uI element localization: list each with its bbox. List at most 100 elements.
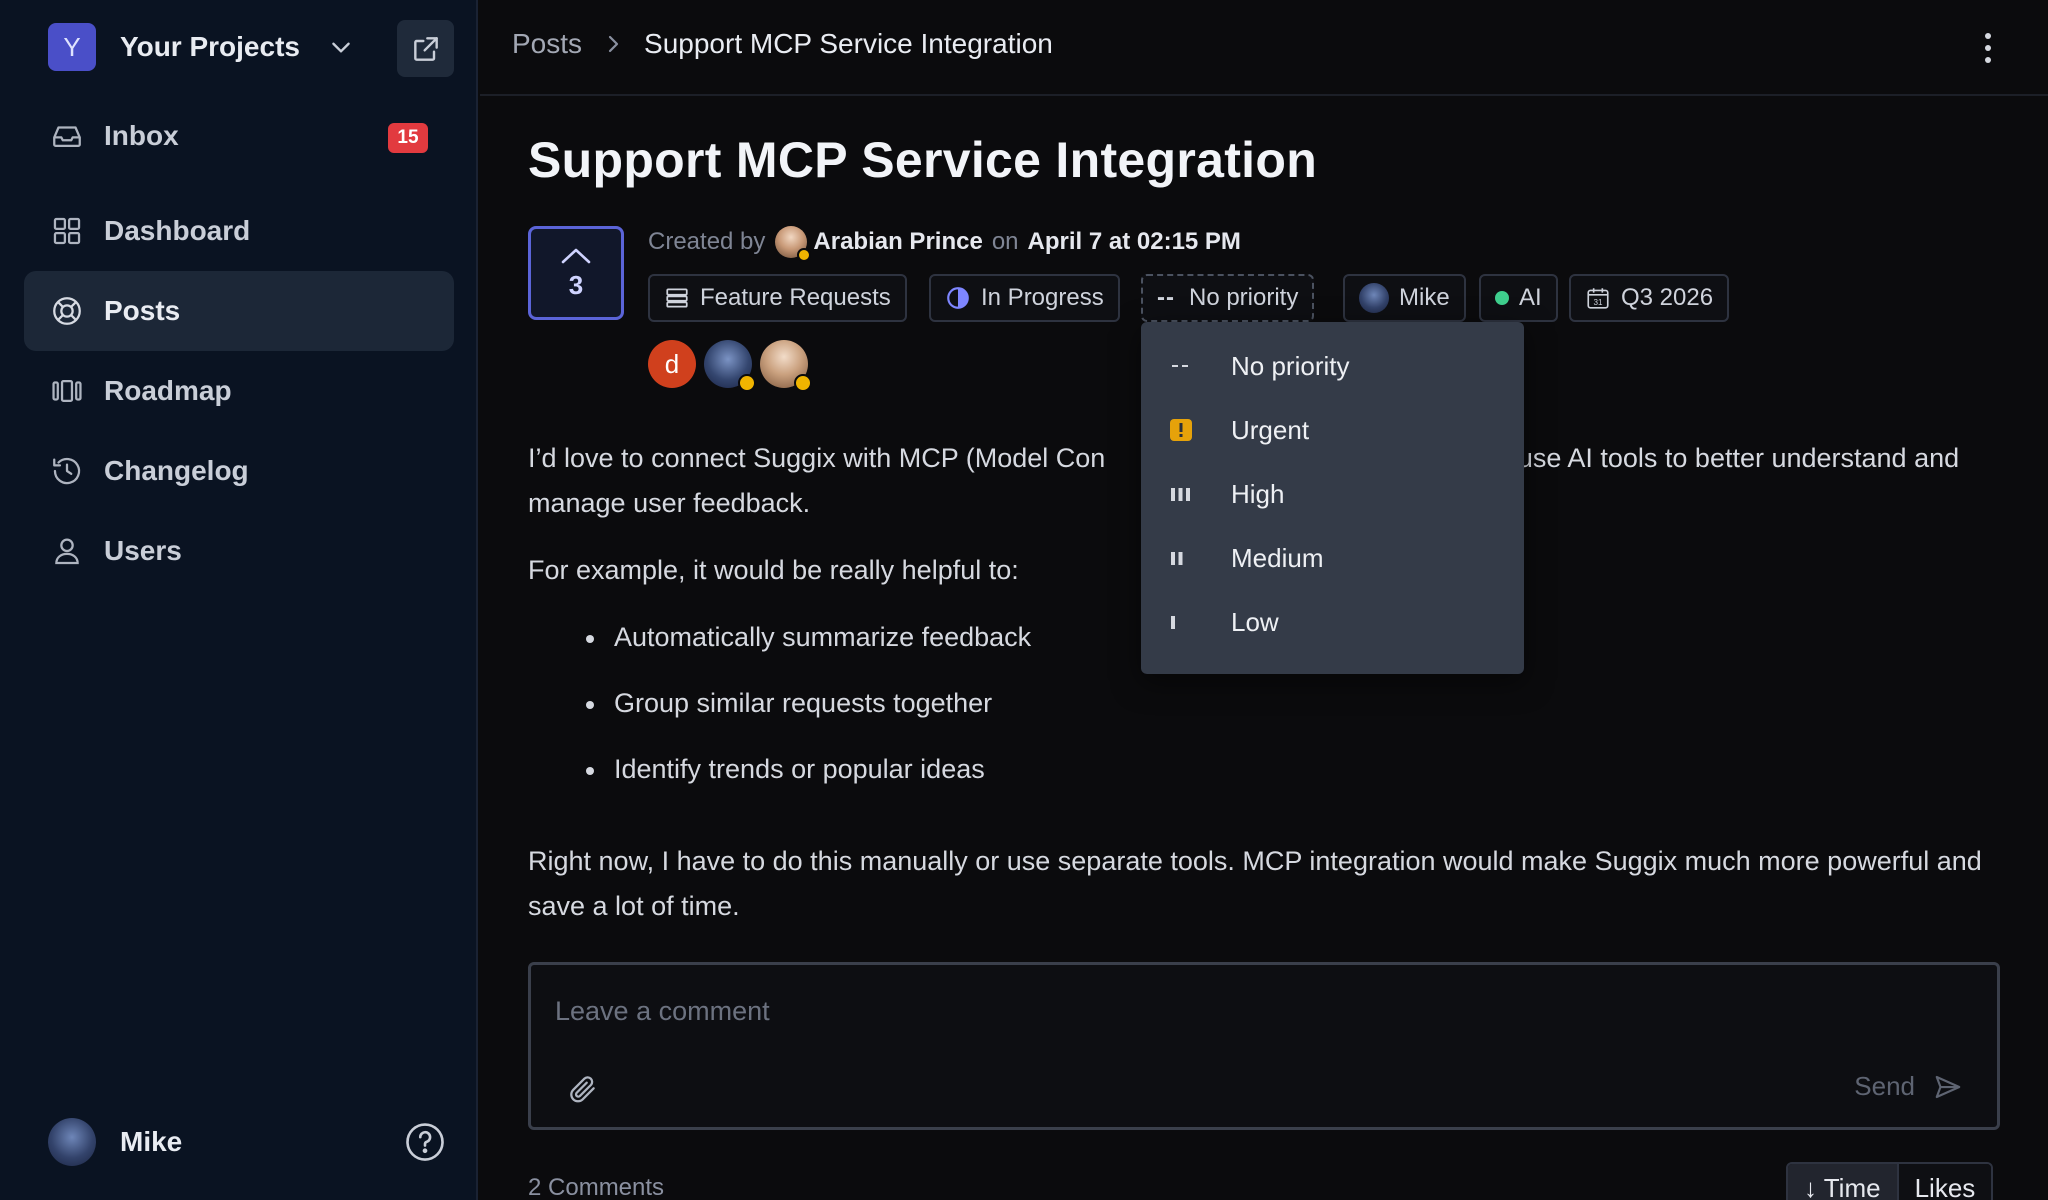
- sidebar-item-roadmap[interactable]: Roadmap: [24, 351, 454, 431]
- more-vertical-icon[interactable]: [1982, 28, 1994, 68]
- comment-composer: Send: [528, 962, 2000, 1130]
- help-icon[interactable]: [404, 1121, 446, 1163]
- upvote-button[interactable]: 3: [528, 226, 624, 320]
- breadcrumb-current: Support MCP Service Integration: [644, 28, 1053, 59]
- assignee-chip[interactable]: Mike: [1343, 274, 1466, 322]
- dash-icon: [1169, 354, 1193, 378]
- sidebar-item-posts[interactable]: Posts: [24, 271, 454, 351]
- menu-item-urgent[interactable]: Urgent: [1141, 398, 1524, 462]
- board-icon: [666, 288, 688, 308]
- paperclip-icon[interactable]: [567, 1073, 599, 1105]
- project-switcher[interactable]: Y Your Projects: [48, 23, 354, 71]
- comment-input[interactable]: [555, 991, 1955, 1031]
- top-bar: Posts Support MCP Service Integration: [480, 0, 2048, 96]
- sidebar-item-label: Changelog: [104, 455, 249, 486]
- current-user[interactable]: Mike: [48, 1118, 182, 1166]
- urgent-icon: [1169, 418, 1193, 442]
- breadcrumb-posts-link[interactable]: Posts: [512, 28, 582, 60]
- priority-label: No priority: [1188, 284, 1299, 311]
- vote-count: 3: [568, 269, 584, 300]
- body-paragraph: Right now, I have to do this manually or…: [528, 846, 1982, 921]
- send-icon: [1935, 1075, 1961, 1098]
- sidebar-item-changelog[interactable]: Changelog: [24, 431, 454, 511]
- sidebar-item-inbox[interactable]: Inbox 15: [24, 96, 454, 176]
- chevron-down-icon: [332, 42, 350, 53]
- bars-high-icon: [1169, 482, 1193, 506]
- sidebar-item-users[interactable]: Users: [24, 511, 454, 591]
- menu-item-label: Urgent: [1231, 414, 1310, 445]
- board-label: Feature Requests: [700, 284, 891, 311]
- project-avatar: Y: [48, 23, 96, 71]
- menu-item-medium[interactable]: Medium: [1141, 526, 1524, 590]
- sort-by-time-button[interactable]: ↓ Time: [1788, 1164, 1897, 1200]
- send-button[interactable]: Send: [1854, 1071, 1963, 1102]
- comment-count: 2 Comments: [528, 1174, 665, 1200]
- menu-item-high[interactable]: High: [1141, 462, 1524, 526]
- lifebuoy-icon: [53, 297, 81, 325]
- menu-item-label: Low: [1231, 606, 1279, 637]
- star-badge-icon: [738, 374, 756, 392]
- tag-chip[interactable]: AI: [1479, 274, 1558, 322]
- post-date: April 7 at 02:15 PM: [1027, 228, 1241, 255]
- open-external-button[interactable]: [397, 20, 454, 77]
- in-progress-icon: [947, 287, 969, 309]
- board-chip[interactable]: Feature Requests: [648, 274, 907, 322]
- assignee-label: Mike: [1399, 284, 1450, 311]
- sidebar-item-label: Inbox: [104, 120, 179, 151]
- sidebar-item-label: Roadmap: [104, 375, 232, 406]
- inbox-icon: [53, 126, 81, 148]
- history-icon: [53, 457, 81, 485]
- list-item: Group similar requests together: [528, 681, 1998, 747]
- inbox-count-badge: 15: [388, 123, 428, 153]
- avatar[interactable]: [760, 340, 812, 392]
- chevron-up-icon: [561, 248, 591, 263]
- tag-label: AI: [1519, 284, 1542, 311]
- body-text: I’d love to connect Suggix with MCP (Mod…: [528, 443, 1106, 473]
- sidebar: Y Your Projects Inbox 15 Dashboard Posts…: [0, 0, 478, 1200]
- current-user-name: Mike: [120, 1126, 183, 1157]
- bars-low-icon: [1169, 610, 1193, 634]
- page-title: Support MCP Service Integration: [528, 132, 1318, 188]
- list-item: Identify trends or popular ideas: [528, 747, 1998, 813]
- menu-item-label: High: [1231, 478, 1285, 509]
- menu-item-label: No priority: [1231, 350, 1350, 381]
- sidebar-item-label: Posts: [104, 295, 181, 326]
- dash-icon: --: [1157, 284, 1175, 311]
- roadmap-icon: [52, 379, 82, 403]
- author-avatar: [775, 226, 812, 262]
- on-label: on: [991, 228, 1019, 255]
- menu-item-label: Medium: [1231, 542, 1324, 573]
- svg-text:31: 31: [1593, 298, 1603, 307]
- priority-dropdown-menu: No priority Urgent High Medium Low: [1141, 322, 1524, 674]
- menu-item-no-priority[interactable]: No priority: [1141, 334, 1524, 398]
- eta-label: Q3 2026: [1621, 284, 1714, 311]
- eta-chip[interactable]: 31 Q3 2026: [1569, 274, 1730, 322]
- sort-by-likes-button[interactable]: Likes: [1896, 1164, 1992, 1200]
- bars-medium-icon: [1169, 546, 1193, 570]
- chevron-right-icon: [608, 35, 619, 53]
- post-meta: Created by Arabian Prince on April 7 at …: [648, 226, 1241, 262]
- avatar[interactable]: [704, 340, 756, 392]
- calendar-icon: 31: [1587, 288, 1609, 309]
- status-chip[interactable]: In Progress: [929, 274, 1120, 322]
- avatar[interactable]: d: [648, 340, 696, 388]
- avatar: [1359, 283, 1389, 313]
- project-name: Your Projects: [120, 31, 300, 62]
- priority-chip[interactable]: -- No priority: [1141, 274, 1315, 322]
- external-link-icon: [413, 36, 438, 61]
- author-name[interactable]: Arabian Prince: [813, 228, 982, 256]
- sidebar-item-label: Dashboard: [104, 215, 251, 246]
- send-label: Send: [1854, 1071, 1915, 1101]
- dashboard-icon: [53, 217, 81, 245]
- star-badge-icon: [797, 248, 812, 262]
- comment-sort-toggle: ↓ Time Likes: [1786, 1162, 1994, 1200]
- tag-color-dot: [1495, 291, 1509, 305]
- created-by-label: Created by: [648, 228, 766, 255]
- menu-item-low[interactable]: Low: [1141, 590, 1524, 654]
- user-icon: [55, 538, 79, 565]
- avatar: [48, 1118, 96, 1166]
- status-label: In Progress: [981, 284, 1104, 311]
- sidebar-item-label: Users: [104, 535, 182, 566]
- sidebar-item-dashboard[interactable]: Dashboard: [24, 191, 454, 271]
- breadcrumb: Posts Support MCP Service Integration: [512, 28, 1053, 60]
